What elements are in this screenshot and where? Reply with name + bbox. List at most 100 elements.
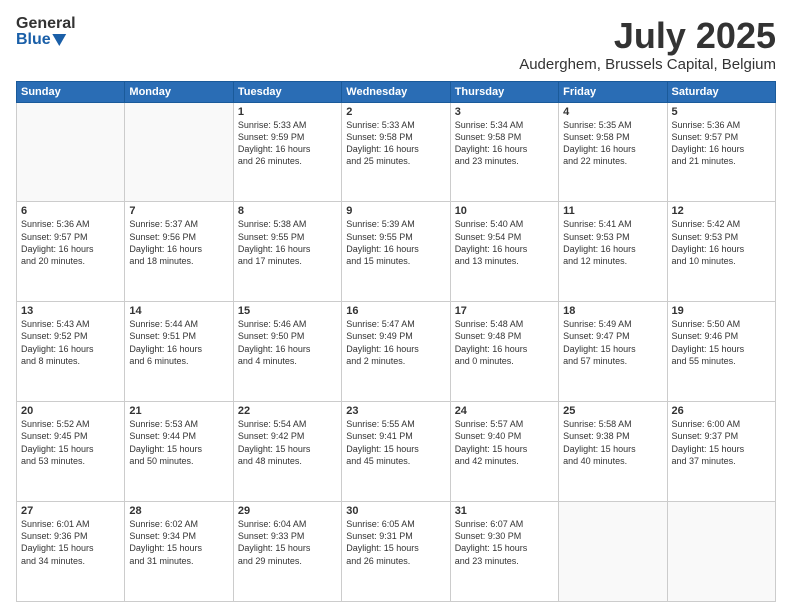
weekday-header-tuesday: Tuesday [233,81,341,102]
calendar-table: SundayMondayTuesdayWednesdayThursdayFrid… [16,81,776,602]
day-number: 14 [129,305,228,317]
day-info: Sunrise: 5:34 AMSunset: 9:58 PMDaylight:… [455,119,554,168]
calendar-cell: 17Sunrise: 5:48 AMSunset: 9:48 PMDayligh… [450,302,558,402]
day-number: 28 [129,505,228,517]
day-number: 24 [455,405,554,417]
calendar-cell: 10Sunrise: 5:40 AMSunset: 9:54 PMDayligh… [450,202,558,302]
day-info: Sunrise: 5:39 AMSunset: 9:55 PMDaylight:… [346,218,445,267]
day-number: 9 [346,205,445,217]
title-block: July 2025 Auderghem, Brussels Capital, B… [519,16,776,73]
calendar-cell: 15Sunrise: 5:46 AMSunset: 9:50 PMDayligh… [233,302,341,402]
calendar-cell: 27Sunrise: 6:01 AMSunset: 9:36 PMDayligh… [17,502,125,602]
day-info: Sunrise: 6:07 AMSunset: 9:30 PMDaylight:… [455,518,554,567]
logo-blue: Blue [16,32,76,48]
day-info: Sunrise: 5:48 AMSunset: 9:48 PMDaylight:… [455,318,554,367]
calendar-cell: 21Sunrise: 5:53 AMSunset: 9:44 PMDayligh… [125,402,233,502]
day-info: Sunrise: 6:05 AMSunset: 9:31 PMDaylight:… [346,518,445,567]
day-info: Sunrise: 5:35 AMSunset: 9:58 PMDaylight:… [563,119,662,168]
calendar-cell: 24Sunrise: 5:57 AMSunset: 9:40 PMDayligh… [450,402,558,502]
calendar-cell: 2Sunrise: 5:33 AMSunset: 9:58 PMDaylight… [342,102,450,202]
day-info: Sunrise: 6:01 AMSunset: 9:36 PMDaylight:… [21,518,120,567]
calendar-cell: 16Sunrise: 5:47 AMSunset: 9:49 PMDayligh… [342,302,450,402]
day-info: Sunrise: 6:00 AMSunset: 9:37 PMDaylight:… [672,418,771,467]
day-info: Sunrise: 5:57 AMSunset: 9:40 PMDaylight:… [455,418,554,467]
day-info: Sunrise: 5:50 AMSunset: 9:46 PMDaylight:… [672,318,771,367]
day-number: 10 [455,205,554,217]
day-info: Sunrise: 6:04 AMSunset: 9:33 PMDaylight:… [238,518,337,567]
day-info: Sunrise: 5:47 AMSunset: 9:49 PMDaylight:… [346,318,445,367]
calendar-cell [125,102,233,202]
day-number: 18 [563,305,662,317]
day-number: 5 [672,106,771,118]
day-number: 17 [455,305,554,317]
calendar-week-5: 27Sunrise: 6:01 AMSunset: 9:36 PMDayligh… [17,502,776,602]
calendar-cell: 6Sunrise: 5:36 AMSunset: 9:57 PMDaylight… [17,202,125,302]
day-info: Sunrise: 5:46 AMSunset: 9:50 PMDaylight:… [238,318,337,367]
calendar-cell: 9Sunrise: 5:39 AMSunset: 9:55 PMDaylight… [342,202,450,302]
day-info: Sunrise: 5:41 AMSunset: 9:53 PMDaylight:… [563,218,662,267]
calendar-cell: 31Sunrise: 6:07 AMSunset: 9:30 PMDayligh… [450,502,558,602]
weekday-header-thursday: Thursday [450,81,558,102]
weekday-header-monday: Monday [125,81,233,102]
header: General Blue July 2025 Auderghem, Brusse… [16,16,776,73]
day-info: Sunrise: 5:40 AMSunset: 9:54 PMDaylight:… [455,218,554,267]
calendar-cell: 1Sunrise: 5:33 AMSunset: 9:59 PMDaylight… [233,102,341,202]
day-number: 2 [346,106,445,118]
day-info: Sunrise: 5:58 AMSunset: 9:38 PMDaylight:… [563,418,662,467]
calendar-cell: 26Sunrise: 6:00 AMSunset: 9:37 PMDayligh… [667,402,775,502]
day-number: 25 [563,405,662,417]
calendar-week-3: 13Sunrise: 5:43 AMSunset: 9:52 PMDayligh… [17,302,776,402]
calendar-cell: 11Sunrise: 5:41 AMSunset: 9:53 PMDayligh… [559,202,667,302]
calendar-cell: 22Sunrise: 5:54 AMSunset: 9:42 PMDayligh… [233,402,341,502]
calendar-cell: 14Sunrise: 5:44 AMSunset: 9:51 PMDayligh… [125,302,233,402]
day-number: 7 [129,205,228,217]
month-title: July 2025 [519,16,776,56]
day-info: Sunrise: 5:36 AMSunset: 9:57 PMDaylight:… [21,218,120,267]
day-number: 3 [455,106,554,118]
calendar-cell [667,502,775,602]
calendar-cell [559,502,667,602]
day-number: 27 [21,505,120,517]
day-number: 11 [563,205,662,217]
calendar-week-2: 6Sunrise: 5:36 AMSunset: 9:57 PMDaylight… [17,202,776,302]
day-number: 16 [346,305,445,317]
day-info: Sunrise: 5:52 AMSunset: 9:45 PMDaylight:… [21,418,120,467]
day-info: Sunrise: 5:55 AMSunset: 9:41 PMDaylight:… [346,418,445,467]
calendar-cell: 12Sunrise: 5:42 AMSunset: 9:53 PMDayligh… [667,202,775,302]
day-info: Sunrise: 5:44 AMSunset: 9:51 PMDaylight:… [129,318,228,367]
day-info: Sunrise: 5:54 AMSunset: 9:42 PMDaylight:… [238,418,337,467]
day-info: Sunrise: 5:53 AMSunset: 9:44 PMDaylight:… [129,418,228,467]
day-number: 19 [672,305,771,317]
day-number: 30 [346,505,445,517]
page: General Blue July 2025 Auderghem, Brusse… [0,0,792,612]
calendar-cell: 28Sunrise: 6:02 AMSunset: 9:34 PMDayligh… [125,502,233,602]
calendar-cell: 20Sunrise: 5:52 AMSunset: 9:45 PMDayligh… [17,402,125,502]
calendar-cell: 5Sunrise: 5:36 AMSunset: 9:57 PMDaylight… [667,102,775,202]
weekday-header-wednesday: Wednesday [342,81,450,102]
calendar-cell: 25Sunrise: 5:58 AMSunset: 9:38 PMDayligh… [559,402,667,502]
calendar-cell: 29Sunrise: 6:04 AMSunset: 9:33 PMDayligh… [233,502,341,602]
day-number: 29 [238,505,337,517]
day-number: 15 [238,305,337,317]
logo: General Blue [16,16,76,48]
day-number: 23 [346,405,445,417]
calendar-cell: 23Sunrise: 5:55 AMSunset: 9:41 PMDayligh… [342,402,450,502]
day-number: 1 [238,106,337,118]
weekday-header-sunday: Sunday [17,81,125,102]
weekday-header-saturday: Saturday [667,81,775,102]
calendar-cell: 8Sunrise: 5:38 AMSunset: 9:55 PMDaylight… [233,202,341,302]
calendar-week-1: 1Sunrise: 5:33 AMSunset: 9:59 PMDaylight… [17,102,776,202]
calendar-cell: 18Sunrise: 5:49 AMSunset: 9:47 PMDayligh… [559,302,667,402]
day-info: Sunrise: 5:42 AMSunset: 9:53 PMDaylight:… [672,218,771,267]
calendar-cell: 4Sunrise: 5:35 AMSunset: 9:58 PMDaylight… [559,102,667,202]
calendar-week-4: 20Sunrise: 5:52 AMSunset: 9:45 PMDayligh… [17,402,776,502]
day-number: 8 [238,205,337,217]
day-number: 22 [238,405,337,417]
day-info: Sunrise: 5:33 AMSunset: 9:58 PMDaylight:… [346,119,445,168]
day-info: Sunrise: 5:33 AMSunset: 9:59 PMDaylight:… [238,119,337,168]
calendar-cell: 13Sunrise: 5:43 AMSunset: 9:52 PMDayligh… [17,302,125,402]
day-number: 12 [672,205,771,217]
day-info: Sunrise: 5:49 AMSunset: 9:47 PMDaylight:… [563,318,662,367]
logo-general: General [16,16,76,32]
day-number: 20 [21,405,120,417]
